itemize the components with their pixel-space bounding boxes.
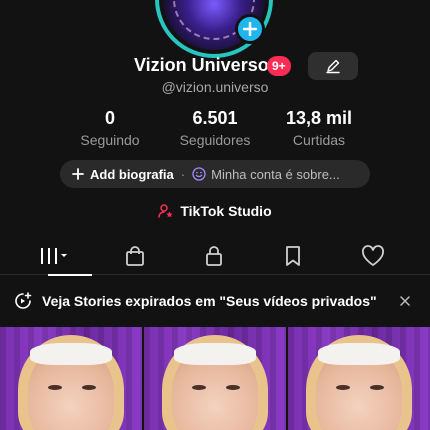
profile-handle: @vizion.universo bbox=[161, 79, 269, 95]
profile-name-row: Vizion Universo 9+ bbox=[0, 52, 430, 80]
stat-value: 0 bbox=[104, 108, 115, 128]
video-thumbnail[interactable] bbox=[0, 327, 142, 430]
stat-following[interactable]: 0 Seguindo bbox=[72, 108, 148, 148]
stat-value: 13,8 mil bbox=[285, 108, 353, 128]
stat-value: 6.501 bbox=[192, 108, 238, 128]
tab-private[interactable] bbox=[174, 237, 254, 275]
lock-icon bbox=[206, 246, 222, 266]
account-about-button[interactable]: Minha conta é sobre... bbox=[211, 167, 340, 182]
add-avatar-plus-icon[interactable] bbox=[235, 14, 265, 44]
stories-banner[interactable]: Veja Stories expirados em "Seus vídeos p… bbox=[0, 280, 430, 322]
profile-tabs bbox=[0, 237, 430, 276]
edit-profile-button[interactable] bbox=[308, 52, 358, 80]
avatar[interactable] bbox=[155, 0, 273, 58]
tab-saved[interactable] bbox=[253, 237, 333, 275]
stat-followers[interactable]: 6.501 Seguidores bbox=[172, 108, 258, 148]
bio-separator: · bbox=[180, 166, 186, 182]
person-star-icon bbox=[158, 204, 173, 218]
grid-icon bbox=[41, 248, 67, 264]
tab-shop[interactable] bbox=[95, 237, 175, 275]
profile-name: Vizion Universo bbox=[134, 55, 269, 75]
add-story-icon bbox=[15, 292, 32, 309]
active-tab-indicator bbox=[48, 274, 92, 276]
bio-bar: Add biografia · Minha conta é sobre... bbox=[60, 160, 370, 188]
close-banner-button[interactable] bbox=[396, 292, 414, 310]
video-thumbnail[interactable] bbox=[288, 327, 430, 430]
tab-videos[interactable] bbox=[15, 237, 95, 276]
tiktok-studio-link[interactable]: TikTok Studio bbox=[0, 203, 430, 219]
video-grid bbox=[0, 327, 430, 430]
stat-label: Curtidas bbox=[292, 132, 346, 148]
tiktok-studio-label: TikTok Studio bbox=[180, 203, 272, 219]
plus-icon bbox=[72, 168, 84, 180]
shopping-bag-icon bbox=[126, 246, 144, 266]
notification-badge[interactable]: 9+ bbox=[267, 56, 291, 76]
stat-likes[interactable]: 13,8 mil Curtidas bbox=[280, 108, 358, 148]
stat-label: Seguidores bbox=[179, 132, 251, 148]
video-thumbnail[interactable] bbox=[144, 327, 286, 430]
banner-text: Veja Stories expirados em "Seus vídeos p… bbox=[42, 293, 377, 309]
smile-icon bbox=[192, 167, 206, 181]
pencil-icon bbox=[326, 59, 340, 74]
stat-label: Seguindo bbox=[80, 132, 140, 148]
bookmark-icon bbox=[286, 246, 300, 266]
add-bio-button[interactable]: Add biografia bbox=[90, 167, 174, 182]
heart-icon bbox=[362, 245, 384, 266]
tab-liked[interactable] bbox=[333, 237, 413, 275]
close-icon bbox=[400, 296, 410, 306]
